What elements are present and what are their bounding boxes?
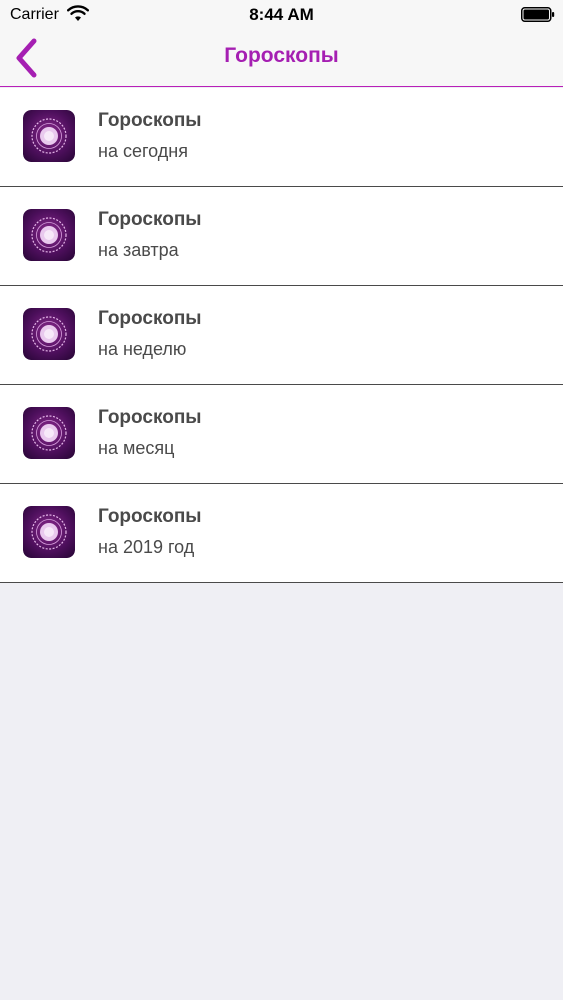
list-item-title: Гороскопы	[98, 506, 202, 527]
horoscope-app-icon	[23, 308, 75, 360]
list-item-tomorrow[interactable]: Гороскопы на завтра	[0, 187, 563, 286]
battery-icon	[521, 7, 555, 22]
status-bar: Carrier 8:44 AM	[0, 0, 563, 30]
list-item-title: Гороскопы	[98, 110, 202, 131]
screen: Carrier 8:44 AM Гороскопы Гороскопы на с…	[0, 0, 563, 1000]
horoscope-app-icon	[23, 506, 75, 558]
list-item-month[interactable]: Гороскопы на месяц	[0, 385, 563, 484]
navigation-bar: Гороскопы	[0, 30, 563, 87]
list-item-subtitle: на месяц	[98, 438, 175, 458]
list-item-year[interactable]: Гороскопы на 2019 год	[0, 484, 563, 583]
horoscope-app-icon	[23, 407, 75, 459]
list-item-subtitle: на 2019 год	[98, 537, 195, 557]
list-item-today[interactable]: Гороскопы на сегодня	[0, 88, 563, 187]
list-item-subtitle: на завтра	[98, 240, 179, 260]
list-item-subtitle: на сегодня	[98, 141, 188, 161]
horoscope-app-icon	[23, 110, 75, 162]
list-item-week[interactable]: Гороскопы на неделю	[0, 286, 563, 385]
list-item-subtitle: на неделю	[98, 339, 187, 359]
page-title: Гороскопы	[224, 44, 339, 67]
list-item-title: Гороскопы	[98, 308, 202, 329]
horoscope-list: Гороскопы на сегодня Гороскопы на завтра	[0, 88, 563, 583]
list-item-title: Гороскопы	[98, 209, 202, 230]
list-item-title: Гороскопы	[98, 407, 202, 428]
clock: 8:44 AM	[249, 5, 314, 24]
horoscope-app-icon	[23, 209, 75, 261]
